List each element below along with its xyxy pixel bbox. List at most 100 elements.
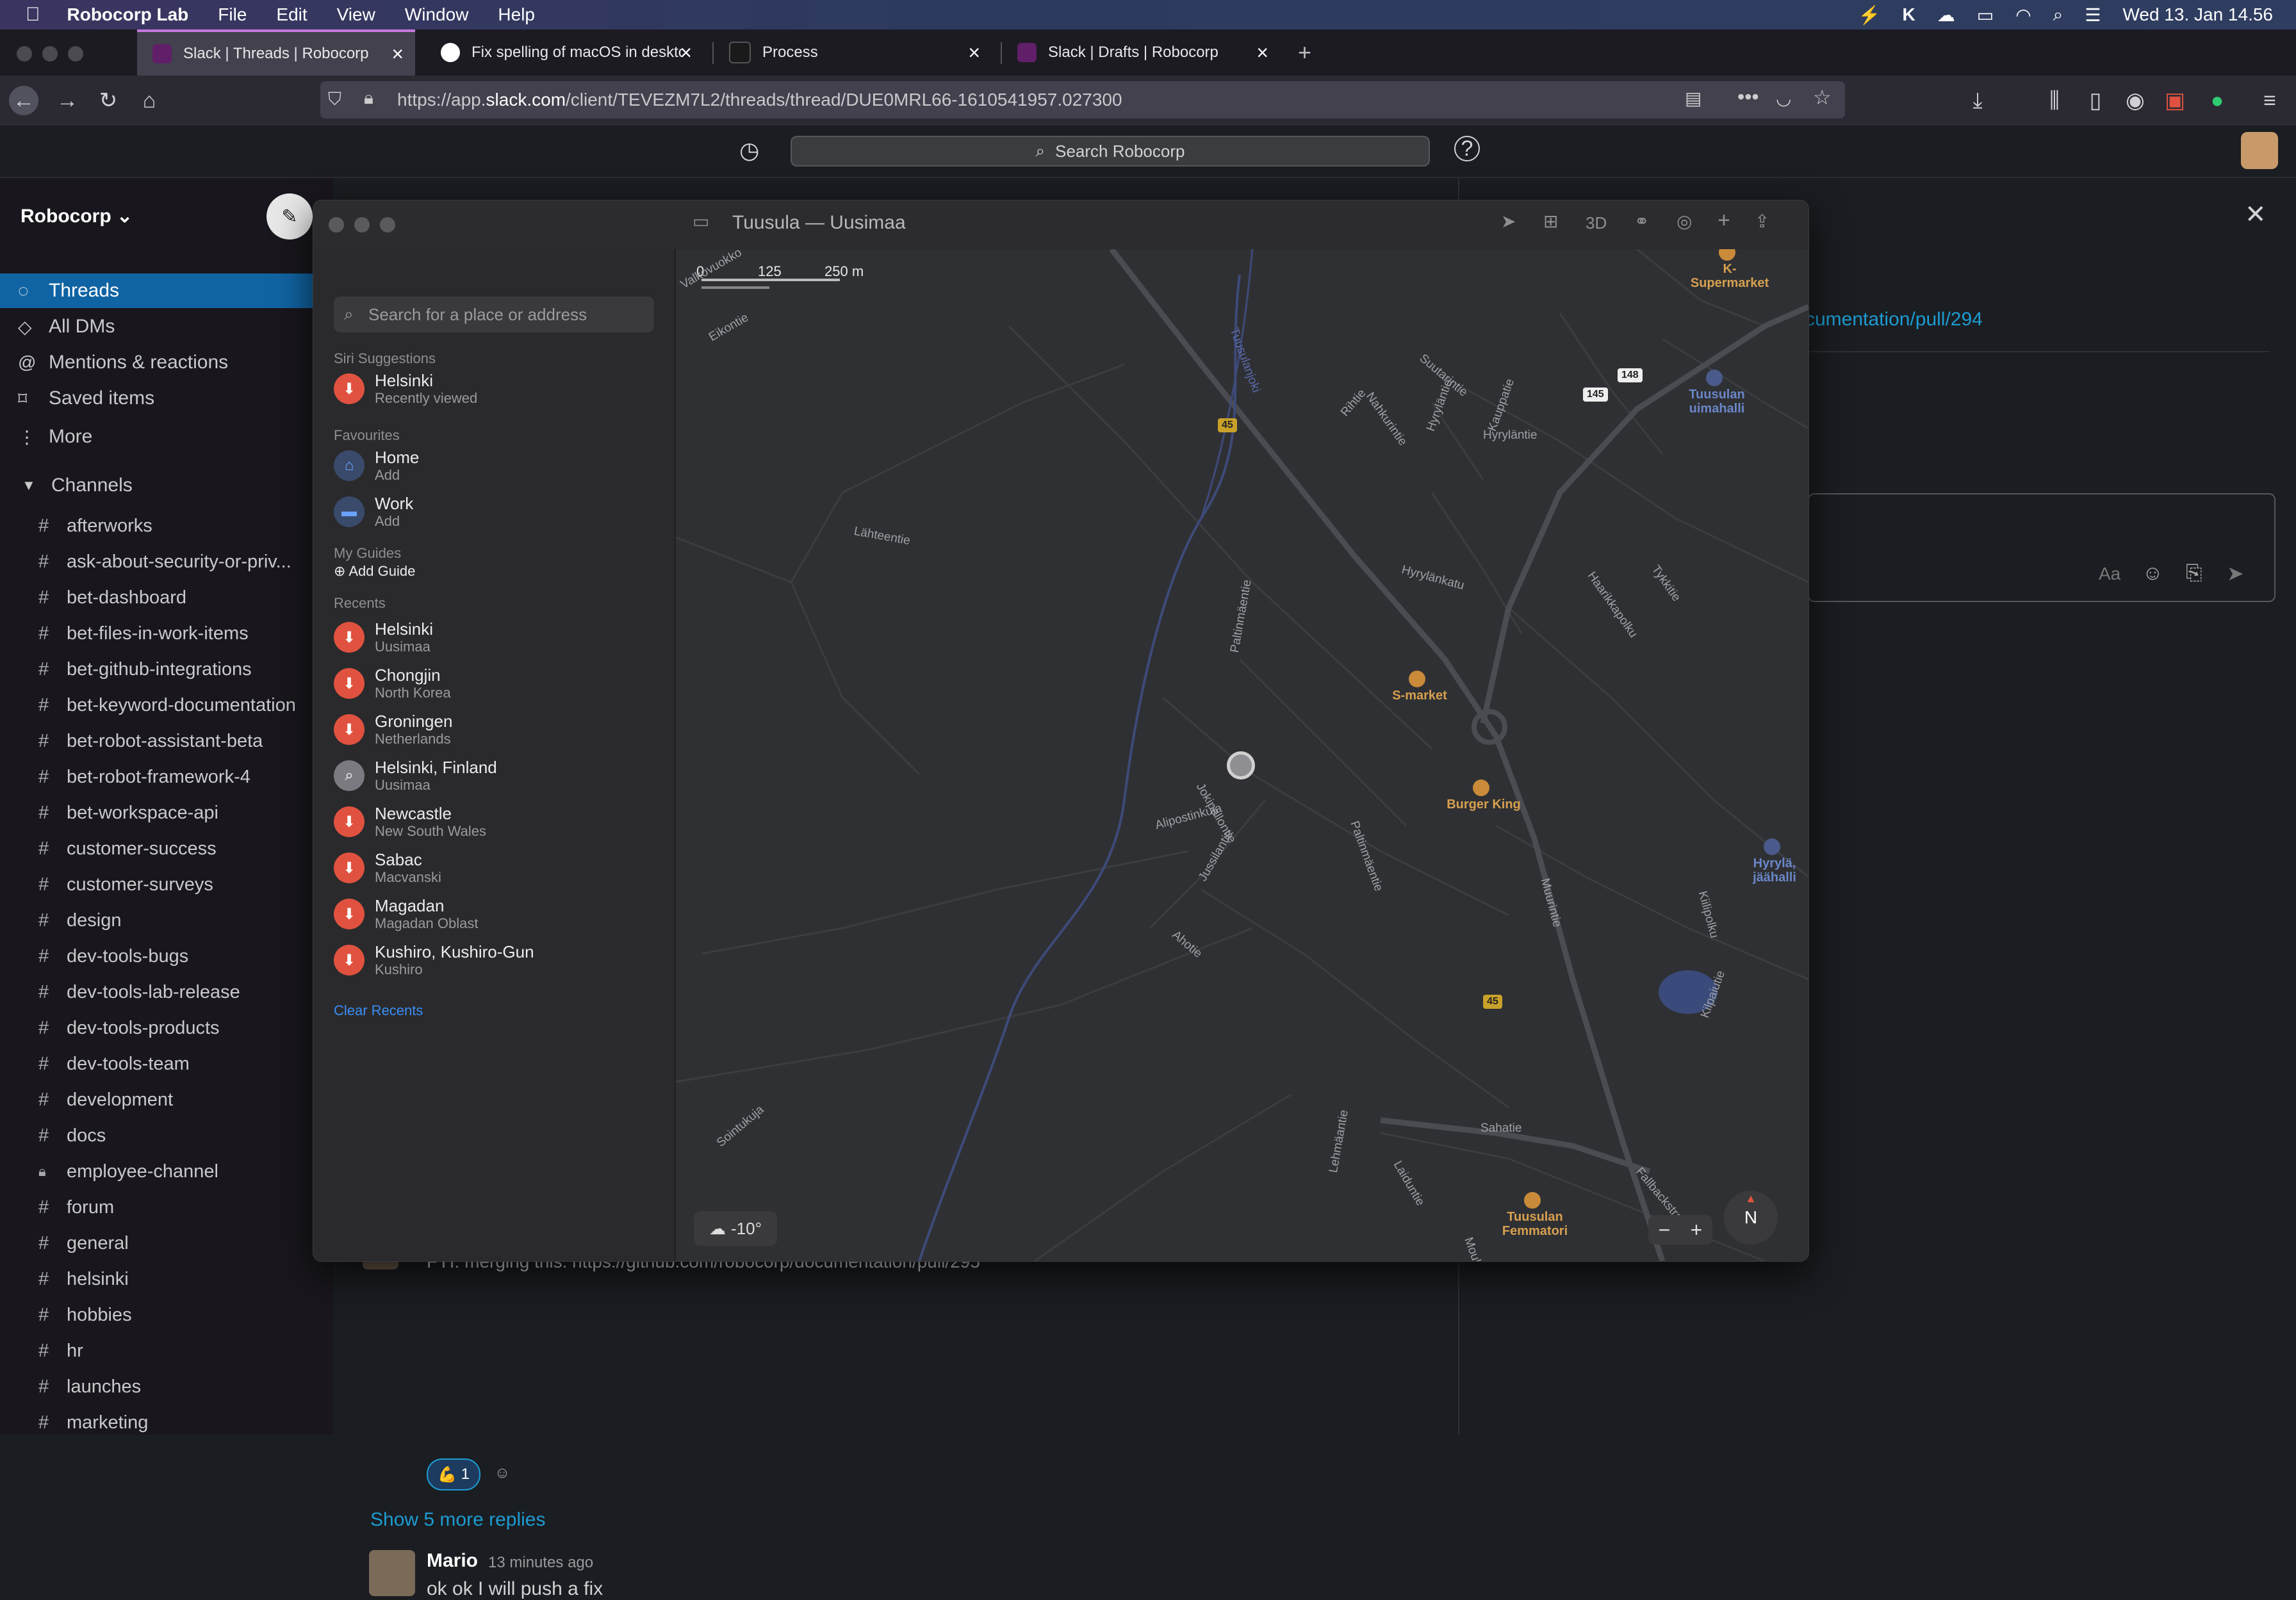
sidebar-toggle-icon[interactable]: ▭ bbox=[693, 211, 709, 232]
browser-tab-github[interactable]: Fix spelling of macOS in deskto × bbox=[425, 29, 703, 76]
channel-item[interactable]: # helsinki bbox=[0, 1261, 333, 1297]
channel-item[interactable]: # hobbies bbox=[0, 1297, 333, 1333]
emoji-icon[interactable]: ☺ bbox=[2142, 561, 2163, 585]
channel-item[interactable]: # ask-about-security-or-priv... bbox=[0, 544, 333, 580]
channel-item[interactable]: # launches bbox=[0, 1369, 333, 1405]
location-arrow-icon[interactable]: ➤ bbox=[1501, 211, 1516, 232]
channel-item[interactable]: # hr bbox=[0, 1333, 333, 1369]
maps-minimize-button[interactable] bbox=[354, 217, 370, 233]
reader-view-icon[interactable]: ▤ bbox=[1685, 88, 1702, 109]
favourite-work[interactable]: Work bbox=[375, 494, 413, 514]
map-mode-icon[interactable]: ⊞ bbox=[1543, 211, 1558, 232]
sidebar-icon[interactable]: ▯ bbox=[2081, 86, 2110, 115]
menu-window[interactable]: Window bbox=[405, 4, 469, 25]
recent-item-name[interactable]: Helsinki, Finland bbox=[375, 758, 497, 778]
sidebar-item-mentions[interactable]: @ Mentions & reactions bbox=[0, 345, 333, 380]
close-tab-icon[interactable]: × bbox=[1256, 41, 1268, 65]
channel-item[interactable]: # bet-keyword-documentation bbox=[0, 687, 333, 723]
menu-edit[interactable]: Edit bbox=[276, 4, 307, 25]
maps-zoom-button[interactable] bbox=[380, 217, 395, 233]
channel-item[interactable]: # bet-robot-framework-4 bbox=[0, 759, 333, 795]
channel-item[interactable]: # bet-files-in-work-items bbox=[0, 616, 333, 651]
shop-icon[interactable] bbox=[1409, 671, 1425, 687]
map-canvas[interactable]: 0 125 250 m Lähteentie Eikontie Valkovuokk… bbox=[676, 249, 1808, 1261]
browser-tab-slack-drafts[interactable]: Slack | Drafts | Robocorp × bbox=[1002, 29, 1280, 76]
pull-request-link[interactable]: cumentation/pull/294 bbox=[1805, 309, 1983, 331]
sidebar-item-saved[interactable]: ⌑ Saved items bbox=[0, 381, 333, 416]
poi-label[interactable]: K-Supermarket bbox=[1688, 262, 1771, 290]
channel-item[interactable]: # general bbox=[0, 1225, 333, 1261]
channel-item[interactable]: # marketing bbox=[0, 1405, 333, 1441]
avatar[interactable] bbox=[2241, 132, 2278, 169]
app-menu[interactable]: Robocorp Lab bbox=[67, 4, 189, 25]
message-author[interactable]: Mario bbox=[427, 1550, 478, 1572]
pocket-icon[interactable]: ◡ bbox=[1776, 88, 1791, 109]
look-around-icon[interactable]: ⚭ bbox=[1634, 211, 1649, 232]
downloads-icon[interactable]: ⤓ bbox=[1963, 86, 1992, 115]
channel-item[interactable]: # dev-tools-bugs bbox=[0, 938, 333, 974]
channel-item[interactable]: 🔒︎ employee-channel bbox=[0, 1154, 333, 1189]
poi-label[interactable]: Hyrylä, jäähalli bbox=[1733, 856, 1808, 885]
channel-item[interactable]: # bet-workspace-api bbox=[0, 795, 333, 831]
channel-item[interactable]: # bet-github-integrations bbox=[0, 651, 333, 687]
recent-item-name[interactable]: Magadan bbox=[375, 896, 444, 916]
directions-icon[interactable]: ◎ bbox=[1677, 211, 1692, 232]
close-tab-icon[interactable]: × bbox=[391, 42, 404, 66]
menu-help[interactable]: Help bbox=[498, 4, 535, 25]
battery-icon[interactable]: ▭ bbox=[1977, 4, 1994, 26]
channel-item[interactable]: # dev-tools-team bbox=[0, 1046, 333, 1082]
channel-item[interactable]: # bet-dashboard bbox=[0, 580, 333, 616]
zoom-out-button[interactable]: − bbox=[1659, 1218, 1671, 1242]
zoom-in-button[interactable]: + bbox=[1691, 1218, 1703, 1242]
spotlight-icon[interactable]: ⌕ bbox=[2053, 4, 2063, 26]
shop-icon[interactable] bbox=[1524, 1192, 1541, 1209]
new-tab-button[interactable]: + bbox=[1288, 29, 1332, 76]
channel-item[interactable]: # customer-surveys bbox=[0, 867, 333, 902]
channel-item[interactable]: # dev-tools-products bbox=[0, 1010, 333, 1046]
channel-item[interactable]: # afterworks bbox=[0, 508, 333, 544]
compose-icon[interactable]: ✎ bbox=[266, 193, 313, 240]
slack-search-input[interactable]: ⌕ Search Robocorp bbox=[791, 136, 1430, 167]
channels-header[interactable]: ▼ Channels bbox=[0, 468, 333, 503]
sidebar-item-more[interactable]: ⋮ More bbox=[0, 420, 333, 454]
bolt-icon[interactable]: ⚡ bbox=[1858, 4, 1881, 26]
favourite-home[interactable]: Home bbox=[375, 448, 419, 468]
place-search-input[interactable]: ⌕ Search for a place or address bbox=[334, 297, 654, 332]
poi-label[interactable]: Burger King bbox=[1442, 797, 1525, 812]
menu-file[interactable]: File bbox=[218, 4, 247, 25]
zoom-window-button[interactable] bbox=[68, 46, 83, 61]
cloud-icon[interactable]: ☁ bbox=[1937, 4, 1955, 26]
shield-icon[interactable]: ⛉ bbox=[328, 89, 341, 110]
url-text[interactable]: https://app.slack.com/client/TEVEZM7L2/t… bbox=[397, 90, 1122, 110]
channel-item[interactable]: # customer-success bbox=[0, 831, 333, 867]
avatar[interactable] bbox=[369, 1550, 415, 1596]
apple-icon[interactable]:  bbox=[26, 4, 40, 26]
show-more-replies-link[interactable]: Show 5 more replies bbox=[370, 1509, 545, 1531]
add-guide-button[interactable]: ⊕ Add Guide bbox=[334, 563, 415, 580]
reload-icon[interactable]: ↻ bbox=[94, 86, 123, 115]
poi-label[interactable]: S-market bbox=[1378, 689, 1461, 703]
page-actions-icon[interactable]: ••• bbox=[1737, 85, 1759, 109]
recent-item-name[interactable]: Sabac bbox=[375, 850, 422, 870]
forward-icon[interactable]: → bbox=[53, 86, 82, 115]
add-reaction-icon[interactable]: ☺ bbox=[487, 1458, 518, 1488]
minimize-window-button[interactable] bbox=[42, 46, 58, 61]
lock-icon[interactable]: 🔒︎ bbox=[364, 88, 373, 109]
poi-label[interactable]: Tuusulan Femmatori bbox=[1493, 1210, 1577, 1238]
close-tab-icon[interactable]: × bbox=[968, 41, 980, 65]
maps-close-button[interactable] bbox=[329, 217, 344, 233]
compass-icon[interactable]: ▲ N bbox=[1724, 1191, 1778, 1245]
library-icon[interactable]: ⫼ bbox=[2040, 86, 2069, 115]
extension-icon[interactable]: ◉ bbox=[2120, 86, 2150, 115]
k-icon[interactable]: K bbox=[1903, 4, 1915, 25]
siri-suggestion-name[interactable]: Helsinki bbox=[375, 371, 433, 391]
close-tab-icon[interactable]: × bbox=[680, 41, 692, 65]
channel-item[interactable]: # dev-tools-lab-release bbox=[0, 974, 333, 1010]
poi-label[interactable]: Tuusulan uimahalli bbox=[1675, 388, 1759, 416]
recent-item-name[interactable]: Kushiro, Kushiro-Gun bbox=[375, 942, 534, 962]
channel-item[interactable]: # forum bbox=[0, 1189, 333, 1225]
history-icon[interactable]: ◷ bbox=[739, 137, 759, 164]
bookmark-star-icon[interactable]: ☆ bbox=[1813, 85, 1832, 110]
location-marker[interactable] bbox=[1227, 751, 1255, 780]
clear-recents-button[interactable]: Clear Recents bbox=[334, 1002, 423, 1019]
